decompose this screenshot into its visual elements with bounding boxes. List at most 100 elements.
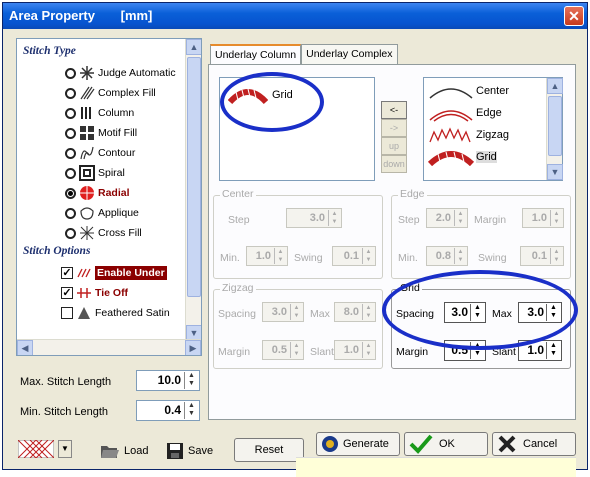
dropdown-arrow-icon[interactable]: ▼ <box>58 440 72 458</box>
stitch-type-spiral[interactable]: Spiral <box>65 163 125 183</box>
stitch-type-list[interactable]: Stitch Type Judge Automatic Complex Fill… <box>16 38 202 356</box>
radio-button[interactable] <box>65 147 76 159</box>
annotation-ellipse-grid <box>382 270 578 350</box>
move-right-button[interactable]: -> <box>381 119 407 137</box>
move-down-button[interactable]: down <box>381 155 407 173</box>
stitch-type-motif-fill[interactable]: Motif Fill <box>65 123 137 143</box>
center-min-spinner[interactable]: 1.0 ▲ ▼ <box>246 246 288 266</box>
zigzag-margin-spinner[interactable]: 0.5 ▲ ▼ <box>262 340 304 360</box>
center-step-spinner[interactable]: 3.0 ▲ ▼ <box>286 208 342 228</box>
scroll-thumb[interactable] <box>187 57 201 297</box>
move-up-button[interactable]: up <box>381 137 407 155</box>
zigzag-slant-spinner[interactable]: 1.0 ▲ ▼ <box>334 340 376 360</box>
checkbox[interactable] <box>61 307 73 319</box>
scroll-left-icon[interactable]: ◀ <box>17 340 33 355</box>
save-button[interactable]: Save <box>166 442 213 460</box>
tab-underlay-complex[interactable]: Underlay Complex <box>301 44 398 64</box>
scroll-down-icon[interactable]: ▼ <box>547 164 563 180</box>
checkbox[interactable]: ✓ <box>61 287 73 299</box>
option-enable-underlay[interactable]: ✓ Enable Under <box>61 263 167 283</box>
spin-arrows-icon[interactable]: ▲ ▼ <box>184 372 198 389</box>
close-button[interactable]: ✕ <box>564 6 584 26</box>
stitch-type-header: Stitch Type <box>23 45 76 57</box>
zigzag-spacing-spinner[interactable]: 3.0 ▲ ▼ <box>262 302 304 322</box>
list-item[interactable]: Center <box>428 82 509 100</box>
zigzag-group: Zigzag Spacing 3.0 ▲ ▼ Max 8.0 ▲ ▼ Margin 0.… <box>213 282 383 369</box>
annotation-ellipse-top <box>220 72 324 132</box>
center-swing-spinner[interactable]: 0.1 ▲ ▼ <box>332 246 376 266</box>
tab-underlay-column[interactable]: Underlay Column <box>210 44 302 64</box>
spin-arrows-icon[interactable]: ▲ ▼ <box>362 248 374 264</box>
folder-open-icon <box>101 446 119 458</box>
load-button[interactable]: Load <box>100 442 148 460</box>
motif-fill-icon <box>80 126 94 140</box>
x-mark-icon <box>498 435 516 453</box>
scroll-thumb[interactable] <box>548 96 562 156</box>
radio-button[interactable] <box>65 107 76 119</box>
spin-arrows-icon[interactable]: ▲ ▼ <box>290 342 302 358</box>
stitch-type-judge-automatic[interactable]: Judge Automatic <box>65 63 176 83</box>
zigzag-underlay-icon <box>429 127 471 143</box>
scroll-up-icon[interactable]: ▲ <box>186 39 201 55</box>
floppy-disk-icon <box>167 443 183 459</box>
stitch-type-applique[interactable]: Applique <box>65 203 139 223</box>
min-stitch-length-label: Min. Stitch Length <box>20 406 109 418</box>
edge-step-spinner[interactable]: 2.0 ▲ ▼ <box>426 208 468 228</box>
min-stitch-length-spinner[interactable]: 0.4 ▲ ▼ <box>136 400 200 421</box>
ok-button[interactable]: OK <box>404 432 488 456</box>
stitch-type-cross-fill[interactable]: Cross Fill <box>65 223 142 243</box>
list-item[interactable]: Edge <box>428 104 502 122</box>
spin-arrows-icon[interactable]: ▲ ▼ <box>454 210 466 226</box>
cross-fill-icon <box>80 226 94 240</box>
radio-button[interactable] <box>65 87 76 99</box>
radio-button[interactable] <box>65 167 76 179</box>
option-tie-off[interactable]: ✓ Tie Off <box>61 283 128 303</box>
radio-button[interactable] <box>65 207 76 219</box>
move-left-button[interactable]: <- <box>381 101 407 119</box>
reset-button[interactable]: Reset <box>234 438 304 462</box>
scroll-right-icon[interactable]: ▶ <box>185 340 201 355</box>
spin-arrows-icon[interactable]: ▲ ▼ <box>362 304 374 320</box>
spin-arrows-icon[interactable]: ▲ ▼ <box>328 210 340 226</box>
stitch-type-radial[interactable]: Radial <box>65 183 130 203</box>
vertical-scrollbar[interactable]: ▲ ▼ <box>185 39 201 341</box>
available-underlay-list[interactable]: Center Edge Zigzag Grid ▲ ▼ <box>423 77 563 181</box>
spin-arrows-icon[interactable]: ▲ ▼ <box>290 304 302 320</box>
stitch-type-column[interactable]: Column <box>65 103 134 123</box>
pattern-dropdown[interactable]: ▼ <box>18 440 72 458</box>
complex-fill-icon <box>80 86 95 100</box>
edge-min-spinner[interactable]: 0.8 ▲ ▼ <box>426 246 468 266</box>
option-feathered-satin[interactable]: Feathered Satin <box>61 303 170 323</box>
scroll-up-icon[interactable]: ▲ <box>547 78 563 94</box>
spin-arrows-icon[interactable]: ▲ ▼ <box>184 402 198 419</box>
horizontal-scrollbar[interactable]: ◀ ▶ <box>17 339 201 355</box>
applique-icon <box>80 207 94 220</box>
edge-swing-spinner[interactable]: 0.1 ▲ ▼ <box>520 246 564 266</box>
spin-arrows-icon[interactable]: ▲ ▼ <box>454 248 466 264</box>
list-item[interactable]: Zigzag <box>428 126 509 144</box>
stitch-type-complex-fill[interactable]: Complex Fill <box>65 83 156 103</box>
radio-button[interactable] <box>65 67 76 79</box>
center-group: Center Step 3.0 ▲ ▼ Min. 1.0 ▲ ▼ Swing 0.1 ▲ ▼ <box>213 188 383 279</box>
underlay-icon <box>77 268 91 278</box>
generate-button[interactable]: Generate <box>316 432 400 456</box>
edge-group: Edge Step 2.0 ▲ ▼ Margin 1.0 ▲ ▼ Min. 0.8 ▲ ▼ … <box>391 188 571 279</box>
spin-arrows-icon[interactable]: ▲ ▼ <box>546 342 560 359</box>
max-stitch-length-spinner[interactable]: 10.0 ▲ ▼ <box>136 370 200 391</box>
stitch-type-contour[interactable]: Contour <box>65 143 135 163</box>
grid-underlay-icon <box>428 151 474 166</box>
spin-arrows-icon[interactable]: ▲ ▼ <box>550 210 562 226</box>
checkbox[interactable]: ✓ <box>61 267 73 279</box>
vertical-scrollbar[interactable]: ▲ ▼ <box>546 78 563 180</box>
radio-button[interactable] <box>65 187 76 199</box>
spin-arrows-icon[interactable]: ▲ ▼ <box>274 248 286 264</box>
list-item[interactable]: Grid <box>428 148 497 166</box>
cancel-button[interactable]: Cancel <box>492 432 576 456</box>
zigzag-max-spinner[interactable]: 8.0 ▲ ▼ <box>334 302 376 322</box>
radio-button[interactable] <box>65 127 76 139</box>
radio-button[interactable] <box>65 227 76 239</box>
spin-arrows-icon[interactable]: ▲ ▼ <box>550 248 562 264</box>
judge-automatic-icon <box>80 66 94 80</box>
edge-margin-spinner[interactable]: 1.0 ▲ ▼ <box>522 208 564 228</box>
spin-arrows-icon[interactable]: ▲ ▼ <box>362 342 374 358</box>
